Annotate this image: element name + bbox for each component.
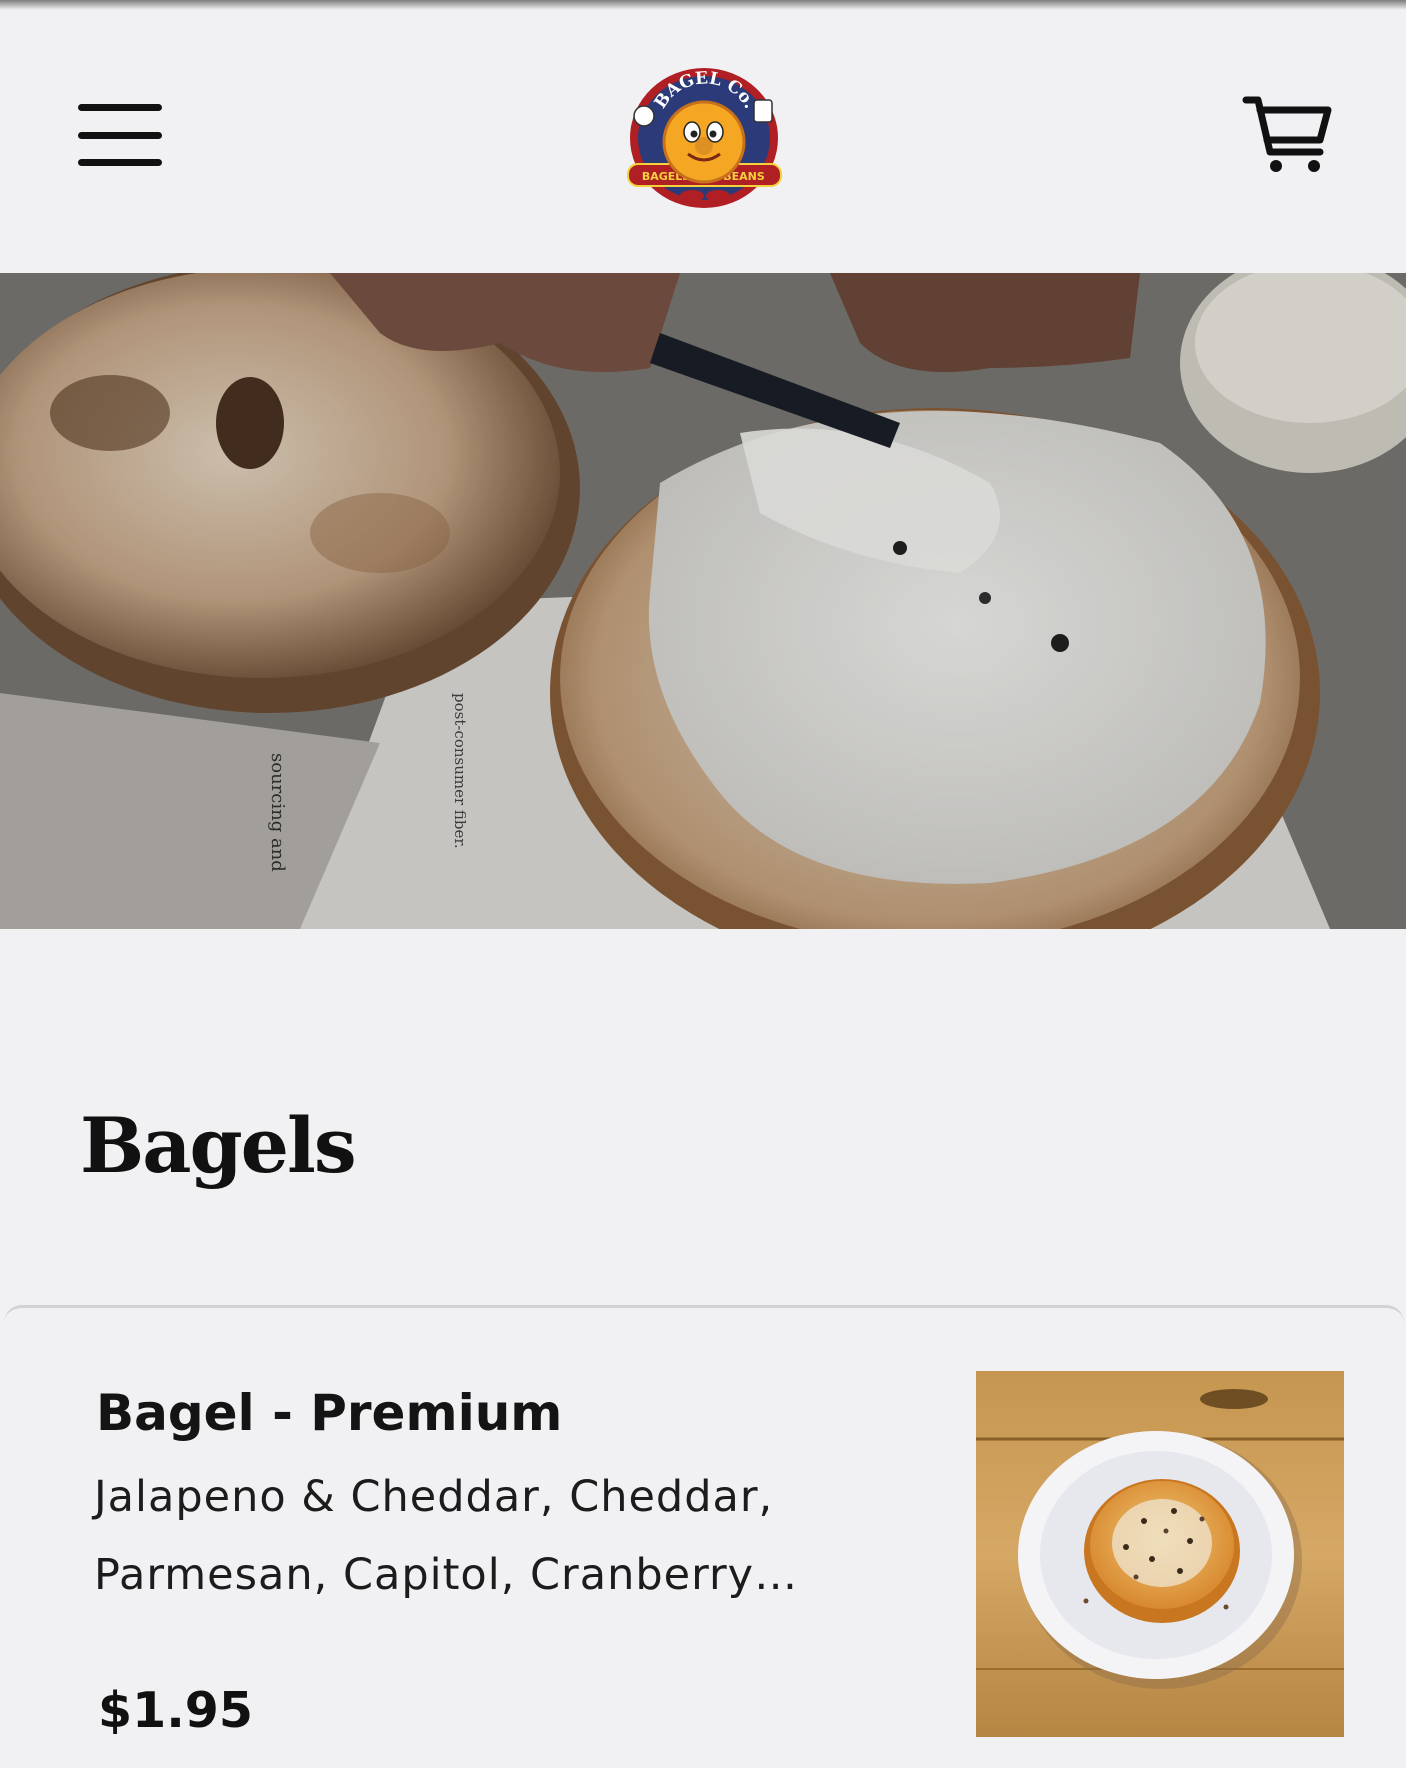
product-description: Jalapeno & Cheddar, Cheddar, Parmesan, C… [94,1472,799,1600]
section-title: Bagels [80,1101,357,1190]
hero-image: post-consumer fiber. sourcing and [0,273,1406,929]
product-name: Bagel - Premium [96,1384,563,1442]
product-card[interactable]: Bagel - Premium Jalapeno & Cheddar, Ched… [4,1305,1404,1768]
hamburger-menu-icon[interactable] [78,104,162,166]
product-image [976,1371,1344,1737]
bagel-co-logo[interactable]: BAGEL Co. BAGELS BEANS [622,60,787,215]
site-header: BAGEL Co. BAGELS BEANS [0,0,1406,273]
shopping-cart-icon[interactable] [1242,94,1334,176]
product-price: $1.95 [98,1682,253,1739]
